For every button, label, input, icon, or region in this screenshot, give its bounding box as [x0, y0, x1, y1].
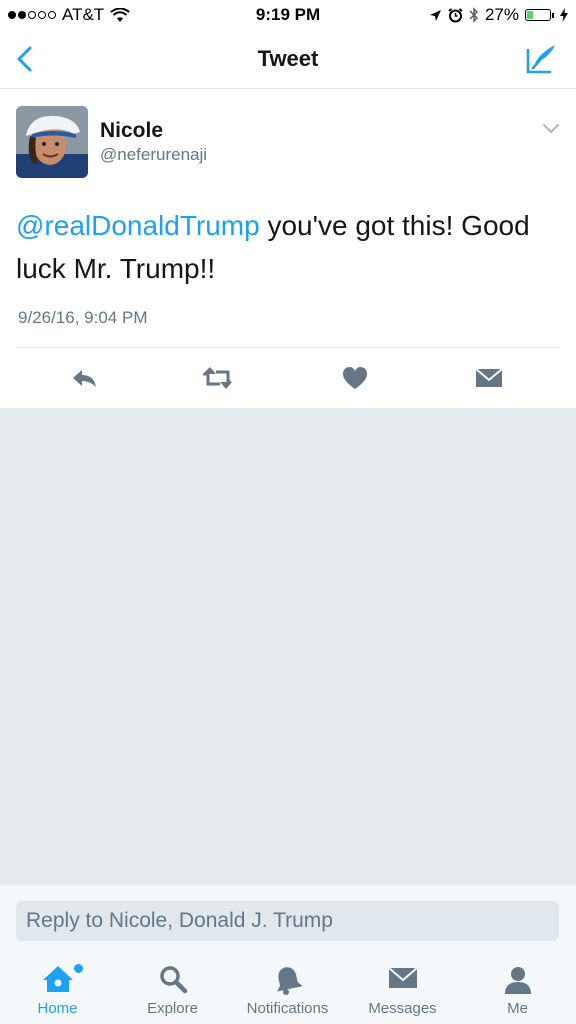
- tweet-timestamp: 9/26/16, 9:04 PM: [18, 308, 148, 327]
- tab-notifications-label: Notifications: [246, 1000, 329, 1017]
- tab-home-label: Home: [37, 1000, 78, 1017]
- reply-icon[interactable]: [70, 363, 100, 393]
- tab-home[interactable]: Home: [0, 952, 115, 1024]
- home-icon: [42, 966, 73, 992]
- mention-link[interactable]: @realDonaldTrump: [16, 210, 260, 241]
- tweet-text: @realDonaldTrump you've got this! Good l…: [16, 204, 556, 290]
- person-icon: [504, 967, 531, 994]
- tab-notifications[interactable]: Notifications: [230, 952, 345, 1024]
- charging-bolt-icon: [560, 8, 568, 22]
- home-new-indicator: [74, 964, 83, 973]
- navigation-bar: Tweet: [0, 30, 576, 89]
- tweet-card: Nicole @neferurenaji @realDonaldTrump yo…: [0, 89, 576, 408]
- battery-icon: [525, 9, 551, 21]
- divider: [16, 347, 560, 348]
- tab-messages[interactable]: Messages: [345, 952, 460, 1024]
- tweet-actions: [0, 359, 576, 397]
- bell-icon: [276, 967, 303, 995]
- tab-me-label: Me: [507, 1000, 528, 1017]
- envelope-icon: [387, 967, 418, 988]
- compose-tweet-icon[interactable]: [524, 42, 558, 76]
- battery-level-fill: [527, 11, 533, 19]
- tab-messages-label: Messages: [368, 1000, 437, 1017]
- author-name[interactable]: Nicole: [100, 119, 163, 143]
- battery-percent: 27%: [484, 5, 519, 24]
- alarm-clock-icon: [448, 7, 463, 22]
- tab-me[interactable]: Me: [460, 952, 575, 1024]
- status-bar: AT&T 9:19 PM 27%: [0, 0, 576, 30]
- retweet-icon[interactable]: [203, 363, 233, 393]
- reply-bar: [0, 884, 576, 953]
- direct-message-icon[interactable]: [474, 363, 504, 393]
- page-title: Tweet: [257, 46, 319, 71]
- tab-bar: Home Explore Notifications Messages Me: [0, 952, 576, 1024]
- author-handle[interactable]: @neferurenaji: [100, 145, 207, 165]
- status-right: 27%: [429, 5, 568, 25]
- battery-tip: [552, 12, 554, 18]
- reply-input[interactable]: [16, 901, 559, 941]
- search-icon: [159, 966, 187, 994]
- bluetooth-icon: [469, 7, 478, 23]
- avatar[interactable]: [16, 106, 88, 178]
- tab-explore-label: Explore: [147, 1000, 198, 1017]
- location-arrow-icon: [429, 9, 441, 21]
- like-icon[interactable]: [340, 363, 370, 393]
- chevron-down-icon[interactable]: [542, 123, 560, 135]
- tab-explore[interactable]: Explore: [115, 952, 230, 1024]
